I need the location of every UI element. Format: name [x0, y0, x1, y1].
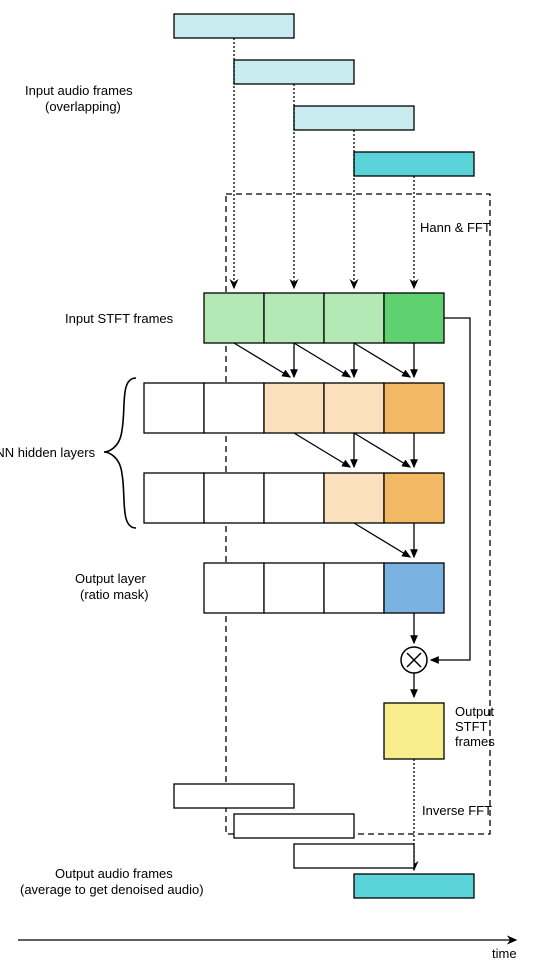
- h2-to-out-arrows: [354, 523, 414, 557]
- label-cnn-hidden: CNN hidden layers: [0, 445, 96, 460]
- output-stft-frame: [384, 703, 444, 759]
- label-input-audio: Input audio frames(overlapping): [25, 83, 133, 114]
- input-stft-frames: [204, 293, 444, 343]
- label-hann-fft: Hann & FFT: [420, 220, 491, 235]
- label-output-layer: Output layer(ratio mask): [75, 571, 149, 602]
- label-output-stft: OutputSTFTframes: [455, 704, 495, 749]
- label-output-audio: Output audio frames(average to get denoi…: [20, 866, 204, 897]
- cnn-hidden-layer-1: [144, 383, 444, 433]
- cnn-hidden-layer-2: [144, 473, 444, 523]
- h1-to-h2-arrows: [294, 433, 414, 467]
- output-audio-frames: [174, 784, 474, 898]
- input-audio-frames: [174, 14, 474, 176]
- cnn-brace-icon: [104, 378, 136, 528]
- multiply-icon: [401, 647, 427, 673]
- label-input-stft: Input STFT frames: [65, 311, 174, 326]
- label-inverse-fft: Inverse FFT: [422, 803, 492, 818]
- stft-to-h1-arrows: [234, 343, 414, 377]
- pipeline-diagram: Input audio frames(overlapping) Hann & F…: [0, 0, 534, 966]
- output-layer: [204, 563, 444, 613]
- label-time: time: [492, 946, 517, 961]
